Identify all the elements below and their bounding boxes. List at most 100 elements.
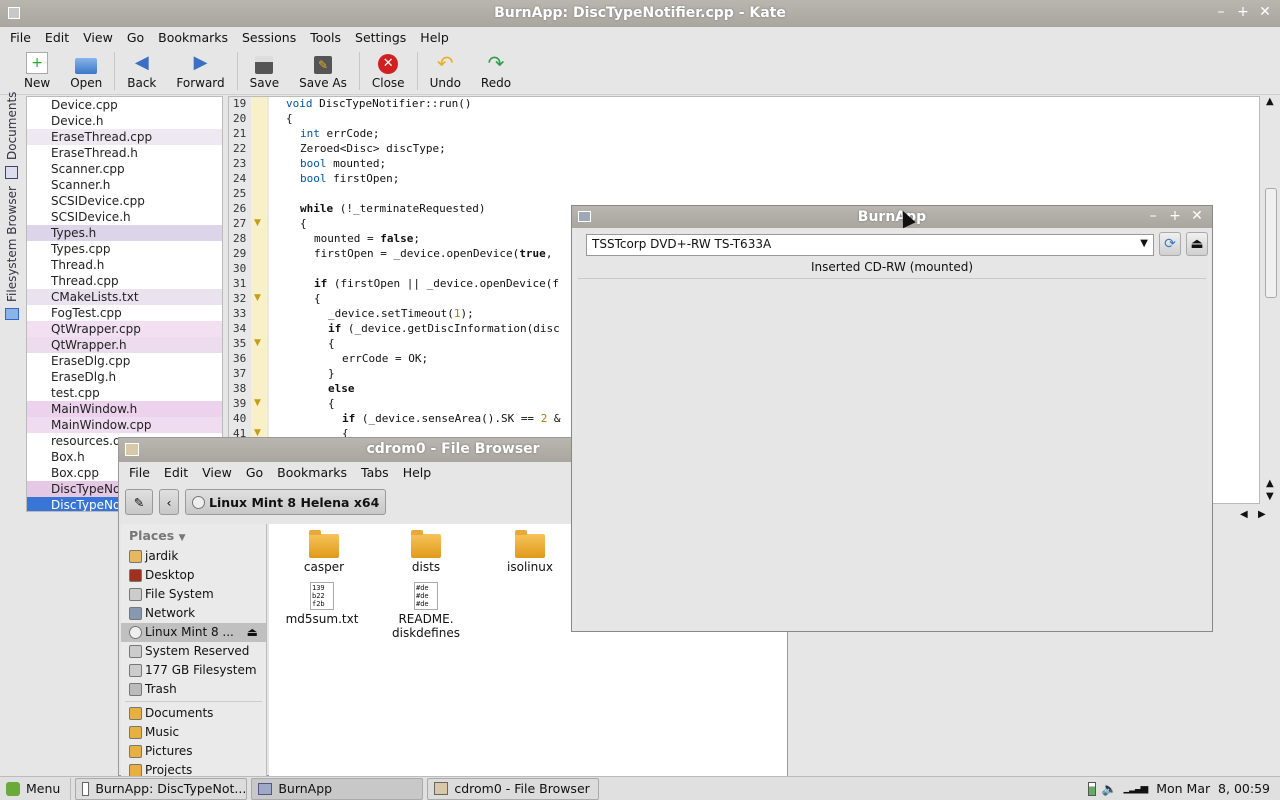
menu-edit[interactable]: Edit xyxy=(45,30,69,45)
save-as-button[interactable]: ✎ Save As xyxy=(289,56,357,94)
list-item[interactable]: test.cpp xyxy=(27,385,222,401)
list-item[interactable]: FogTest.cpp xyxy=(27,305,222,321)
fold-arrow-icon[interactable]: ▼ xyxy=(254,293,261,303)
kate-titlebar[interactable]: BurnApp: DiscTypeNotifier.cpp - Kate – +… xyxy=(0,0,1280,27)
new-button[interactable]: + New xyxy=(14,52,60,94)
maximize-icon[interactable]: + xyxy=(1168,208,1182,224)
list-item[interactable]: Thread.cpp xyxy=(27,273,222,289)
back-button[interactable]: ◀ Back xyxy=(117,52,166,94)
device-select[interactable]: TSSTcorp DVD+-RW TS-T633A ▼ xyxy=(586,234,1154,256)
list-item[interactable]: EraseDlg.cpp xyxy=(27,353,222,369)
scroll-down-icon[interactable]: ▼ xyxy=(1266,491,1274,502)
path-button[interactable]: Linux Mint 8 Helena x64 xyxy=(185,489,387,515)
open-button[interactable]: Open xyxy=(60,52,112,94)
eject-button[interactable]: ⏏ xyxy=(1186,232,1208,256)
sidebar-item-trash[interactable]: Trash xyxy=(121,680,266,699)
menu-help[interactable]: Help xyxy=(403,465,432,480)
clock[interactable]: Mon Mar 8, 00:59 xyxy=(1156,781,1270,796)
sidebar-item-system-reserved[interactable]: System Reserved xyxy=(121,642,266,661)
list-item[interactable]: QtWrapper.cpp xyxy=(27,321,222,337)
menu-bookmarks[interactable]: Bookmarks xyxy=(158,30,228,45)
file-item[interactable]: isolinux xyxy=(485,530,575,574)
list-item[interactable]: CMakeLists.txt xyxy=(27,289,222,305)
list-item[interactable]: SCSIDevice.cpp xyxy=(27,193,222,209)
undo-button[interactable]: ↶ Undo xyxy=(420,52,471,94)
sidebar-item-177gb[interactable]: 177 GB Filesystem xyxy=(121,661,266,680)
list-item[interactable]: Types.cpp xyxy=(27,241,222,257)
fold-arrow-icon[interactable]: ▼ xyxy=(254,338,261,348)
sidebar-item-pictures[interactable]: Pictures xyxy=(121,742,266,761)
menu-tools[interactable]: Tools xyxy=(310,30,341,45)
save-button[interactable]: Save xyxy=(240,56,289,94)
scroll-left-icon[interactable]: ◀ xyxy=(1240,509,1248,520)
sidebar-item-documents[interactable]: Documents xyxy=(121,704,266,723)
fold-arrow-icon[interactable]: ▼ xyxy=(254,398,261,408)
close-icon[interactable]: ✕ xyxy=(1190,208,1204,224)
sidebar-item-home[interactable]: jardik xyxy=(121,547,266,566)
menu-sessions[interactable]: Sessions xyxy=(242,30,296,45)
forward-button[interactable]: ▶ Forward xyxy=(166,52,234,94)
tab-documents[interactable]: Documents xyxy=(5,92,19,160)
editor-vertical-scrollbar[interactable]: ▲ ▲ ▼ xyxy=(1262,96,1280,506)
sidebar-item-cdrom[interactable]: Linux Mint 8 ... ⏏ xyxy=(121,623,266,642)
menu-tabs[interactable]: Tabs xyxy=(361,465,389,480)
taskbar-item-burnapp[interactable]: BurnApp xyxy=(251,777,424,800)
list-item[interactable]: EraseThread.cpp xyxy=(27,129,222,145)
list-item[interactable]: Device.h xyxy=(27,113,222,129)
menu-file[interactable]: File xyxy=(10,30,31,45)
network-signal-icon[interactable]: ▁▂▃▅ xyxy=(1123,783,1148,794)
sidebar-item-network[interactable]: Network xyxy=(121,604,266,623)
sidebar-item-music[interactable]: Music xyxy=(121,723,266,742)
list-item[interactable]: Device.cpp xyxy=(27,97,222,113)
edit-location-button[interactable]: ✎ xyxy=(125,489,153,515)
taskbar-item-file-browser[interactable]: cdrom0 - File Browser xyxy=(427,777,600,800)
file-item[interactable]: #de #de #de README. diskdefines xyxy=(381,582,471,640)
menu-help[interactable]: Help xyxy=(420,30,449,45)
taskbar-item-kate[interactable]: BurnApp: DiscTypeNot... xyxy=(75,777,248,800)
minimize-icon[interactable]: – xyxy=(1146,208,1160,224)
menu-settings[interactable]: Settings xyxy=(355,30,406,45)
scroll-up-icon[interactable]: ▲ xyxy=(1266,96,1274,107)
list-item[interactable]: MainWindow.h xyxy=(27,401,222,417)
fold-arrow-icon[interactable]: ▼ xyxy=(254,218,261,228)
battery-icon[interactable] xyxy=(1087,781,1096,796)
menu-file[interactable]: File xyxy=(129,465,150,480)
tab-filesystem-browser[interactable]: Filesystem Browser xyxy=(5,186,19,302)
sidebar-item-filesystem[interactable]: File System xyxy=(121,585,266,604)
burnapp-titlebar[interactable]: BurnApp – + ✕ xyxy=(572,206,1212,228)
list-item[interactable]: EraseThread.h xyxy=(27,145,222,161)
list-item[interactable]: Scanner.cpp xyxy=(27,161,222,177)
menu-go[interactable]: Go xyxy=(127,30,144,45)
menu-view[interactable]: View xyxy=(83,30,113,45)
path-back-button[interactable]: ‹ xyxy=(159,489,179,515)
list-item[interactable]: EraseDlg.h xyxy=(27,369,222,385)
menu-go[interactable]: Go xyxy=(246,465,263,480)
file-item[interactable]: dists xyxy=(381,530,471,574)
file-item[interactable]: casper xyxy=(279,530,369,574)
menu-bookmarks[interactable]: Bookmarks xyxy=(277,465,347,480)
maximize-icon[interactable]: + xyxy=(1236,4,1250,20)
close-button[interactable]: ✕ Close xyxy=(362,54,415,94)
close-icon[interactable]: ✕ xyxy=(1258,4,1272,20)
list-item[interactable]: MainWindow.cpp xyxy=(27,417,222,433)
menu-view[interactable]: View xyxy=(202,465,232,480)
minimize-icon[interactable]: – xyxy=(1214,4,1228,20)
scroll-up-icon[interactable]: ▲ xyxy=(1266,478,1274,489)
start-menu-button[interactable]: Menu xyxy=(0,777,72,800)
sidebar-item-desktop[interactable]: Desktop xyxy=(121,566,266,585)
eject-icon[interactable]: ⏏ xyxy=(247,623,258,642)
scroll-right-icon[interactable]: ▶ xyxy=(1258,509,1266,520)
redo-button[interactable]: ↷ Redo xyxy=(471,52,521,94)
scroll-thumb[interactable] xyxy=(1265,188,1277,298)
menu-edit[interactable]: Edit xyxy=(164,465,188,480)
refresh-button[interactable]: ⟳ xyxy=(1159,232,1181,256)
list-item[interactable]: QtWrapper.h xyxy=(27,337,222,353)
list-item[interactable]: Types.h xyxy=(27,225,222,241)
list-item[interactable]: Thread.h xyxy=(27,257,222,273)
volume-icon[interactable]: 🔈 xyxy=(1102,781,1118,797)
list-item[interactable]: SCSIDevice.h xyxy=(27,209,222,225)
places-header[interactable]: Places ▼ xyxy=(121,524,266,547)
file-item[interactable]: 139 b22 f2b md5sum.txt xyxy=(277,582,367,626)
list-item[interactable]: Scanner.h xyxy=(27,177,222,193)
editor-horizontal-scrollbar[interactable]: ◀ ▶ xyxy=(1212,508,1280,526)
